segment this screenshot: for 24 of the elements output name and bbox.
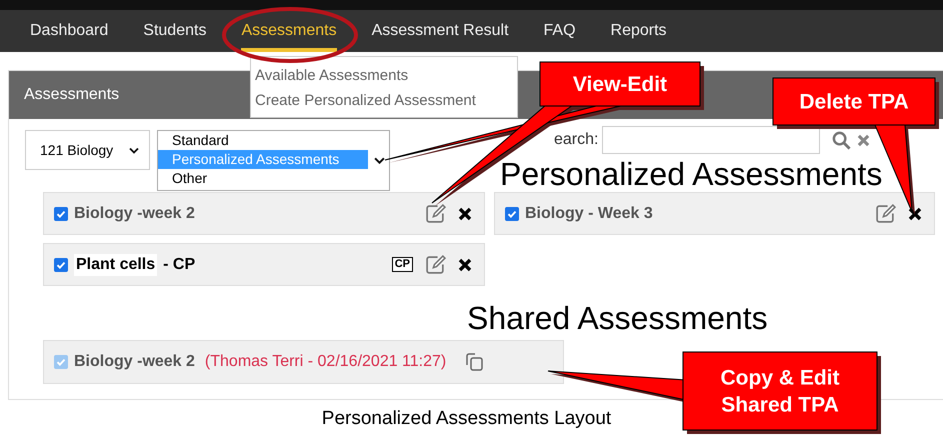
menu-item[interactable]: Available Assessments	[251, 63, 517, 88]
nav-item[interactable]: Assessments	[241, 10, 337, 52]
assessment-title: Plant cells	[74, 254, 158, 276]
section-heading: Shared Assessments	[467, 299, 769, 338]
panel-title: Assessments	[24, 86, 120, 104]
figure-caption: Personalized Assessments Layout	[320, 408, 612, 430]
nav-item[interactable]: Reports	[610, 10, 667, 52]
type-listbox[interactable]: Standard Personalized Assessments Other	[157, 130, 390, 191]
assessment-title: Biology -week 2	[74, 353, 195, 371]
cp-badge: CP	[392, 257, 413, 272]
nav-item[interactable]: Dashboard	[30, 10, 108, 52]
nav-item[interactable]: Students	[143, 10, 206, 52]
assessment-title: Biology -week 2	[74, 204, 195, 222]
author-date: (Thomas Terri - 02/16/2021 11:27)	[204, 353, 446, 371]
nav-item[interactable]: FAQ	[544, 10, 576, 52]
menu-item[interactable]: Create Personalized Assessment	[251, 88, 517, 113]
section-heading: Personalized Assessments	[500, 155, 882, 194]
nav-item[interactable]: Assessment Result	[372, 10, 509, 52]
search-label: earch:	[554, 131, 598, 149]
course-select[interactable]: 121 Biology	[25, 130, 150, 170]
assessment-title: Biology - Week 3	[525, 204, 653, 222]
assessment-code: - CP	[163, 256, 196, 274]
list-option[interactable]: Other	[158, 169, 368, 188]
list-option[interactable]: Standard	[158, 131, 368, 150]
